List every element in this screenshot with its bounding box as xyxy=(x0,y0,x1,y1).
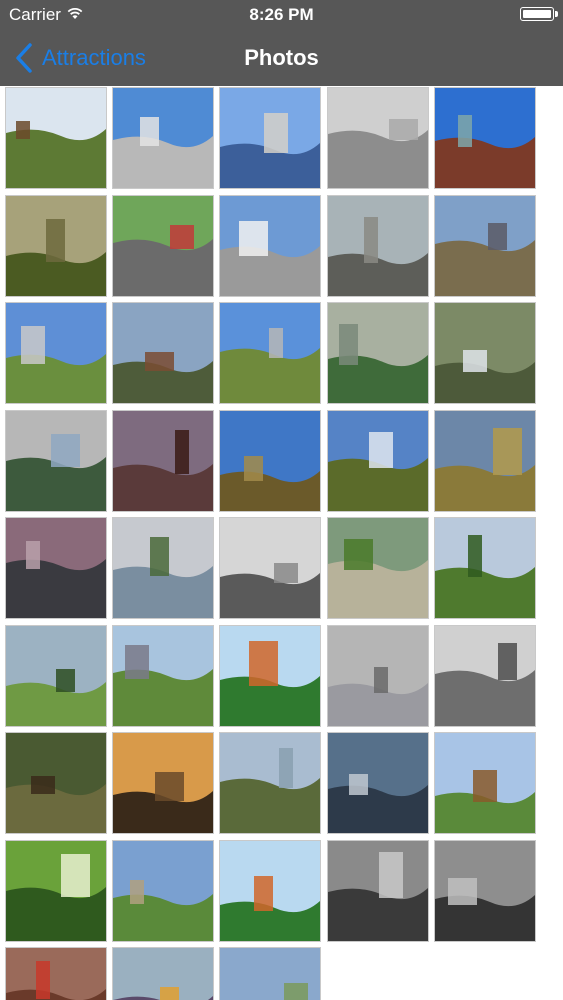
brown-building-photo xyxy=(113,303,213,403)
photo-thumbnail[interactable] xyxy=(327,625,429,727)
photo-thumbnail[interactable] xyxy=(112,947,214,1000)
calgary-tower-up-photo xyxy=(220,88,320,188)
tower-grayscale-photo xyxy=(328,88,428,188)
park-bench-photo xyxy=(435,733,535,833)
photo-thumbnail[interactable] xyxy=(219,840,321,942)
bw-street-rain-2-photo xyxy=(435,841,535,941)
forest-photo xyxy=(6,196,106,296)
photo-thumbnail[interactable] xyxy=(219,87,321,189)
photo-thumbnail[interactable] xyxy=(434,517,536,619)
photo-thumbnail[interactable] xyxy=(112,87,214,189)
photo-thumbnail[interactable] xyxy=(219,732,321,834)
photo-thumbnail[interactable] xyxy=(5,195,107,297)
photo-thumbnail[interactable] xyxy=(327,410,429,512)
garden-pond-photo xyxy=(328,303,428,403)
dandelion-closeup-photo xyxy=(6,841,106,941)
canopy-walkway-photo xyxy=(328,733,428,833)
church-spire-2-photo xyxy=(220,841,320,941)
photo-thumbnail[interactable] xyxy=(434,840,536,942)
photo-thumbnail[interactable] xyxy=(5,410,107,512)
photo-thumbnail[interactable] xyxy=(219,517,321,619)
photo-thumbnail[interactable] xyxy=(112,302,214,404)
amusement-ride-photo xyxy=(113,196,213,296)
photo-thumbnail[interactable] xyxy=(112,517,214,619)
photo-thumbnail[interactable] xyxy=(219,302,321,404)
heritage-house-photo xyxy=(435,196,535,296)
church-spire-photo xyxy=(220,626,320,726)
bw-trail-photo xyxy=(220,518,320,618)
glass-building-photo xyxy=(435,88,535,188)
clock: 8:26 PM xyxy=(249,5,314,24)
photo-thumbnail[interactable] xyxy=(327,517,429,619)
park-path-photo xyxy=(113,841,213,941)
photo-thumbnail[interactable] xyxy=(5,732,107,834)
fort-calgary-sign-photo xyxy=(328,196,428,296)
photo-thumbnail[interactable] xyxy=(5,302,107,404)
photo-thumbnail[interactable] xyxy=(434,302,536,404)
photo-thumbnail[interactable] xyxy=(327,302,429,404)
photo-thumbnail[interactable] xyxy=(112,410,214,512)
park-trees-photo xyxy=(6,626,106,726)
photo-thumbnail[interactable] xyxy=(112,625,214,727)
photo-thumbnail[interactable] xyxy=(5,947,107,1000)
photo-thumbnail[interactable] xyxy=(112,195,214,297)
page-title: Photos xyxy=(244,45,319,70)
city-street-photo xyxy=(328,626,428,726)
photo-thumbnail[interactable] xyxy=(434,195,536,297)
photo-thumbnail[interactable] xyxy=(219,195,321,297)
bw-buildings-photo xyxy=(435,626,535,726)
grandstand-photo xyxy=(113,626,213,726)
squirrel-photo xyxy=(6,733,106,833)
grass-field-photo xyxy=(435,518,535,618)
photo-thumbnail[interactable] xyxy=(5,625,107,727)
photo-thumbnail[interactable] xyxy=(327,732,429,834)
photo-thumbnail[interactable] xyxy=(5,840,107,942)
photo-thumbnail[interactable] xyxy=(219,947,321,1000)
navigation-bar: Attractions Photos xyxy=(0,30,563,86)
status-bar: Carrier 8:26 PM xyxy=(0,0,563,30)
red-banners-photo xyxy=(6,948,106,1000)
calgary-tower-photo xyxy=(113,88,213,188)
photo-thumbnail[interactable] xyxy=(434,410,536,512)
photo-thumbnail[interactable] xyxy=(5,87,107,189)
photo-thumbnail[interactable] xyxy=(5,517,107,619)
photo-thumbnail[interactable] xyxy=(434,732,536,834)
sculpture-garden-photo xyxy=(435,303,535,403)
trees-clouds-photo xyxy=(328,411,428,511)
photo-thumbnail[interactable] xyxy=(434,87,536,189)
photo-thumbnail[interactable] xyxy=(219,625,321,727)
battery-icon xyxy=(520,7,558,21)
photo-thumbnail[interactable] xyxy=(327,840,429,942)
river-bank-photo xyxy=(220,733,320,833)
shore-photo xyxy=(328,518,428,618)
fountain-skyline-photo xyxy=(6,303,106,403)
red-tower-sculpture-photo xyxy=(113,411,213,511)
photo-thumbnail[interactable] xyxy=(327,87,429,189)
greenhouse-fountain-photo xyxy=(6,411,106,511)
path-meadow-photo xyxy=(435,411,535,511)
photo-thumbnail[interactable] xyxy=(219,410,321,512)
dusk-clouds-photo xyxy=(6,518,106,618)
sunset-river-photo xyxy=(113,733,213,833)
bw-street-rain-photo xyxy=(328,841,428,941)
park-fence-photo xyxy=(6,88,106,188)
photo-thumbnail[interactable] xyxy=(434,625,536,727)
river-valley-photo xyxy=(220,411,320,511)
lake-view-photo xyxy=(113,518,213,618)
clouds-lake-photo xyxy=(220,196,320,296)
photo-thumbnail[interactable] xyxy=(327,195,429,297)
photo-thumbnail[interactable] xyxy=(112,840,214,942)
photo-thumbnail[interactable] xyxy=(112,732,214,834)
city-park-photo xyxy=(220,948,320,1000)
photo-grid xyxy=(0,86,563,1000)
fountain-skyline-2-photo xyxy=(220,303,320,403)
balloons-photo xyxy=(113,948,213,1000)
